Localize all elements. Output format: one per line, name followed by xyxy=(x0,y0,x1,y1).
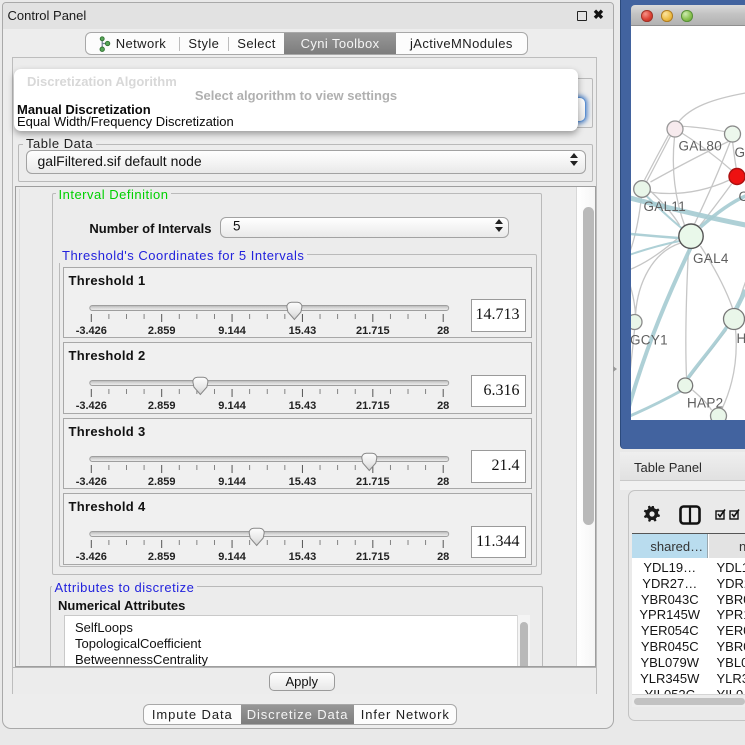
svg-text:21.715: 21.715 xyxy=(356,325,390,337)
svg-text:21.715: 21.715 xyxy=(356,400,390,412)
svg-text:HAP2: HAP2 xyxy=(687,396,723,411)
svg-text:21.715: 21.715 xyxy=(356,476,390,488)
svg-text:15.43: 15.43 xyxy=(289,551,317,563)
svg-text:28: 28 xyxy=(437,325,449,337)
svg-text:15.43: 15.43 xyxy=(289,476,317,488)
svg-text:9.144: 9.144 xyxy=(218,476,246,488)
svg-text:GAL4: GAL4 xyxy=(693,251,729,266)
svg-text:21.715: 21.715 xyxy=(356,551,390,563)
svg-text:-3.426: -3.426 xyxy=(76,400,107,412)
svg-text:CR: CR xyxy=(739,189,745,204)
svg-text:GAL11: GAL11 xyxy=(644,199,687,214)
svg-text:GAL80: GAL80 xyxy=(679,139,723,154)
svg-text:2.859: 2.859 xyxy=(148,325,176,337)
svg-text:GA: GA xyxy=(735,145,745,160)
svg-text:2.859: 2.859 xyxy=(148,400,176,412)
svg-text:GCY1: GCY1 xyxy=(631,333,668,348)
svg-text:28: 28 xyxy=(437,476,449,488)
svg-text:15.43: 15.43 xyxy=(289,400,317,412)
svg-text:9.144: 9.144 xyxy=(218,325,246,337)
svg-text:9.144: 9.144 xyxy=(218,551,246,563)
svg-text:-3.426: -3.426 xyxy=(76,551,107,563)
svg-text:28: 28 xyxy=(437,400,449,412)
svg-text:2.859: 2.859 xyxy=(148,551,176,563)
svg-text:15.43: 15.43 xyxy=(289,325,317,337)
svg-text:9.144: 9.144 xyxy=(218,400,246,412)
svg-text:HI: HI xyxy=(737,331,745,346)
svg-text:28: 28 xyxy=(437,551,449,563)
svg-text:-3.426: -3.426 xyxy=(76,476,107,488)
svg-text:-3.426: -3.426 xyxy=(76,325,107,337)
svg-text:2.859: 2.859 xyxy=(148,476,176,488)
